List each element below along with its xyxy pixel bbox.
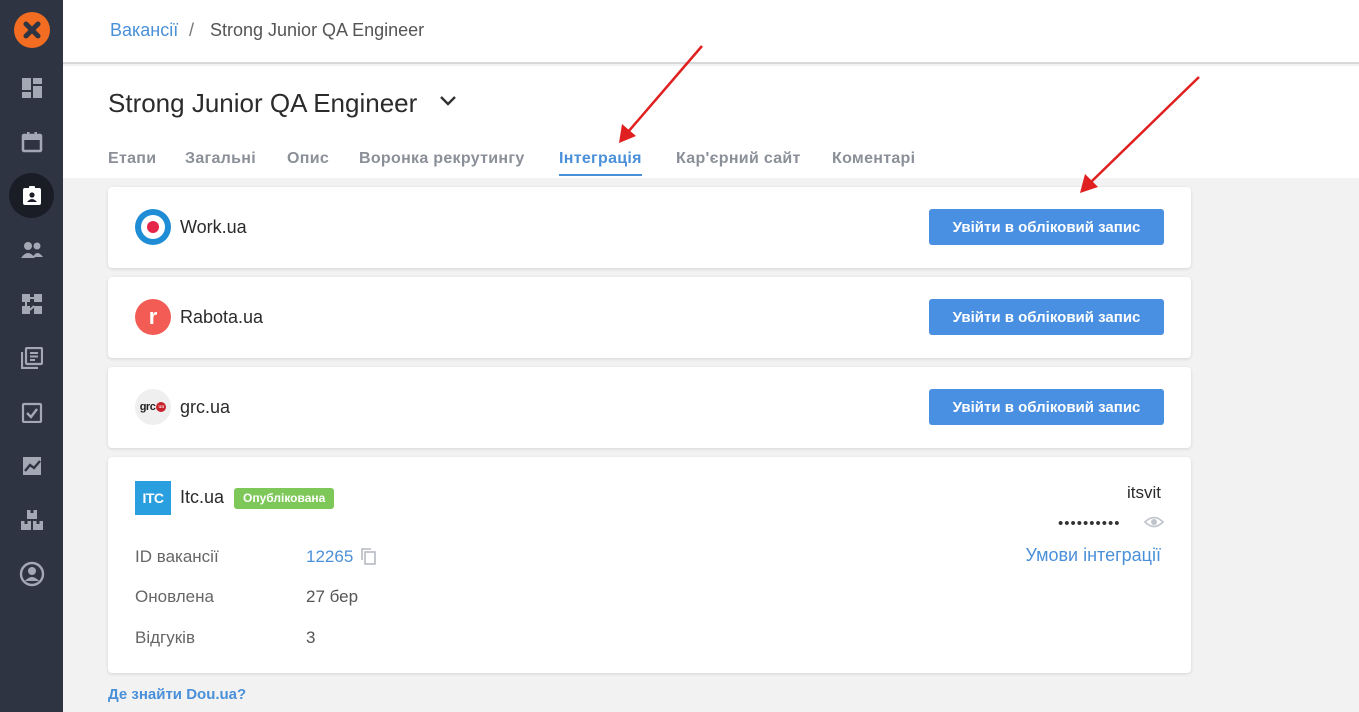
x-logo-icon — [23, 21, 41, 39]
provider-name: grc.ua — [180, 397, 231, 417]
analytics-icon[interactable] — [9, 443, 54, 488]
workflow-icon[interactable] — [9, 281, 54, 326]
updated-label: Оновлена — [135, 587, 214, 606]
integrations-icon[interactable] — [9, 497, 54, 542]
integration-terms-link[interactable]: Умови інтеграції — [1025, 545, 1161, 566]
page-title: Strong Junior QA Engineer — [108, 88, 418, 118]
vacancy-id-label: ID вакансії — [135, 547, 219, 566]
tab-comments[interactable]: Коментарі — [832, 150, 915, 168]
itc-ua-logo-icon: ITC — [135, 481, 171, 515]
tab-stages[interactable]: Етапи — [108, 150, 156, 168]
dashboard-icon[interactable] — [9, 65, 54, 110]
status-badge: Опублікована — [234, 488, 335, 509]
breadcrumb: Вакансії / Strong Junior QA Engineer — [63, 0, 1359, 64]
integration-card-itcua: ITC Itc.ua Опублікована itsvit •••••••••… — [108, 457, 1191, 673]
login-button[interactable]: Увійти в обліковий запис — [929, 389, 1164, 425]
login-button[interactable]: Увійти в обліковий запис — [929, 299, 1164, 335]
library-icon[interactable] — [9, 335, 54, 380]
vacancy-id-value[interactable]: 12265 — [306, 547, 353, 567]
responses-label: Відгуків — [135, 628, 195, 647]
provider-name: Itc.ua — [180, 487, 225, 507]
eye-icon[interactable] — [1143, 515, 1165, 534]
login-button[interactable]: Увійти в обліковий запис — [929, 209, 1164, 245]
provider-name: Rabota.ua — [180, 307, 264, 327]
candidates-icon[interactable] — [9, 227, 54, 272]
breadcrumb-separator: / — [189, 20, 195, 40]
tasks-icon[interactable] — [9, 389, 54, 434]
tab-general[interactable]: Загальні — [185, 150, 256, 168]
tab-integration[interactable]: Інтеграція — [559, 150, 642, 176]
calendar-icon[interactable] — [9, 119, 54, 164]
account-login: itsvit — [1127, 483, 1161, 502]
work-ua-logo-icon — [135, 209, 171, 245]
password-mask: •••••••••• — [1058, 515, 1121, 532]
breadcrumb-vacancies-link[interactable]: Вакансії — [110, 20, 178, 41]
rabota-ua-logo-icon: r — [135, 299, 171, 335]
vacancies-icon[interactable] — [9, 173, 54, 218]
profile-icon[interactable] — [9, 551, 54, 596]
integration-card-rabotaua: r Rabota.ua Увійти в обліковий запис — [108, 277, 1191, 358]
integration-card-grcua: grc ua grc.ua Увійти в обліковий запис — [108, 367, 1191, 448]
tab-recruiting-funnel[interactable]: Воронка рекрутингу — [359, 150, 525, 168]
tab-career-site[interactable]: Кар'єрний сайт — [676, 150, 801, 168]
responses-value: 3 — [306, 628, 316, 647]
tab-description[interactable]: Опис — [287, 150, 329, 168]
copy-icon[interactable] — [360, 547, 376, 570]
updated-value: 27 бер — [306, 587, 359, 606]
breadcrumb-current: Strong Junior QA Engineer — [210, 20, 425, 40]
provider-name: Work.ua — [180, 217, 247, 237]
vacancy-header: Strong Junior QA Engineer Етапи Загальні… — [63, 66, 1359, 178]
chevron-down-icon[interactable] — [438, 94, 458, 113]
sidebar — [0, 0, 63, 712]
grc-ua-logo-icon: grc ua — [135, 389, 171, 425]
app-logo[interactable] — [14, 12, 50, 48]
integration-card-workua: Work.ua Увійти в обліковий запис — [108, 187, 1191, 268]
where-to-find-dou-link[interactable]: Де знайти Dou.ua? — [108, 686, 246, 703]
